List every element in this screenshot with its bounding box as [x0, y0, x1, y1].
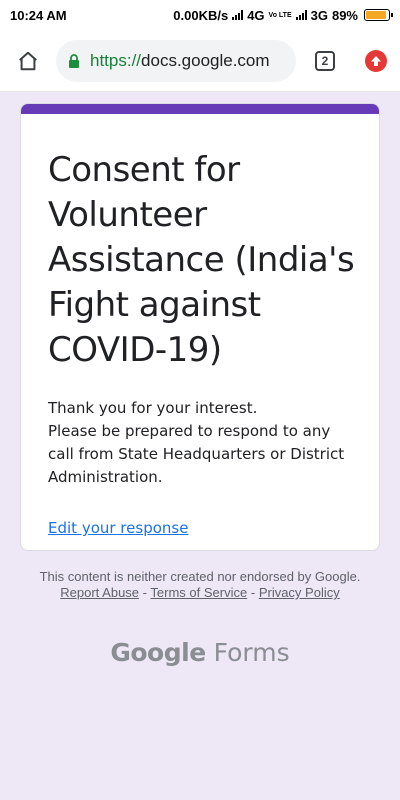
network-speed: 0.00KB/s: [173, 7, 229, 23]
address-bar[interactable]: https://docs.google.com: [56, 39, 296, 82]
privacy-link[interactable]: Privacy Policy: [259, 585, 340, 600]
tab-count: 2: [315, 50, 335, 71]
url-scheme: https://: [90, 50, 142, 70]
brand-forms: Forms: [213, 638, 290, 667]
lock-icon: [69, 53, 79, 68]
terms-link[interactable]: Terms of Service: [150, 585, 247, 600]
browser-toolbar: https://docs.google.com 2: [0, 30, 400, 92]
battery-icon: [364, 9, 393, 21]
footer-disclaimer: This content is neither created nor endo…: [30, 569, 370, 601]
form-title: Consent for Volunteer Assistance (India'…: [48, 150, 355, 370]
brand-google: Google: [110, 638, 206, 667]
confirmation-message: Thank you for your interest. Please be p…: [48, 399, 345, 486]
signal-icon: [232, 10, 244, 20]
status-bar: 10:24 AM 0.00KB/s 4G Vo LTE 3G 89%: [0, 0, 400, 30]
google-forms-logo[interactable]: Google Forms: [0, 638, 400, 667]
edit-response-link[interactable]: Edit your response: [48, 519, 188, 537]
home-button[interactable]: [0, 30, 56, 92]
url-host: docs.google.com: [141, 50, 270, 70]
battery-percent: 89%: [331, 7, 358, 23]
form-card: Consent for Volunteer Assistance (India'…: [20, 103, 380, 551]
report-abuse-link[interactable]: Report Abuse: [60, 585, 139, 600]
home-icon: [19, 51, 37, 70]
url-text: https://docs.google.com: [90, 51, 270, 71]
update-button[interactable]: [354, 30, 398, 92]
status-indicators: 0.00KB/s 4G Vo LTE 3G 89%: [173, 7, 393, 23]
volte-icon: Vo LTE: [268, 11, 292, 19]
signal-icon-2: [295, 10, 307, 20]
update-icon: [365, 49, 387, 72]
network-type-2: 3G: [310, 7, 328, 23]
footer-separator-2: -: [250, 585, 256, 600]
card-body: Consent for Volunteer Assistance (India'…: [21, 114, 379, 538]
disclaimer-text: This content is neither created nor endo…: [39, 569, 361, 584]
tab-switcher-button[interactable]: 2: [296, 30, 354, 92]
card-accent-bar: [21, 104, 379, 114]
footer-separator: -: [142, 585, 148, 600]
status-time: 10:24 AM: [10, 7, 67, 23]
network-type-1: 4G: [247, 7, 265, 23]
